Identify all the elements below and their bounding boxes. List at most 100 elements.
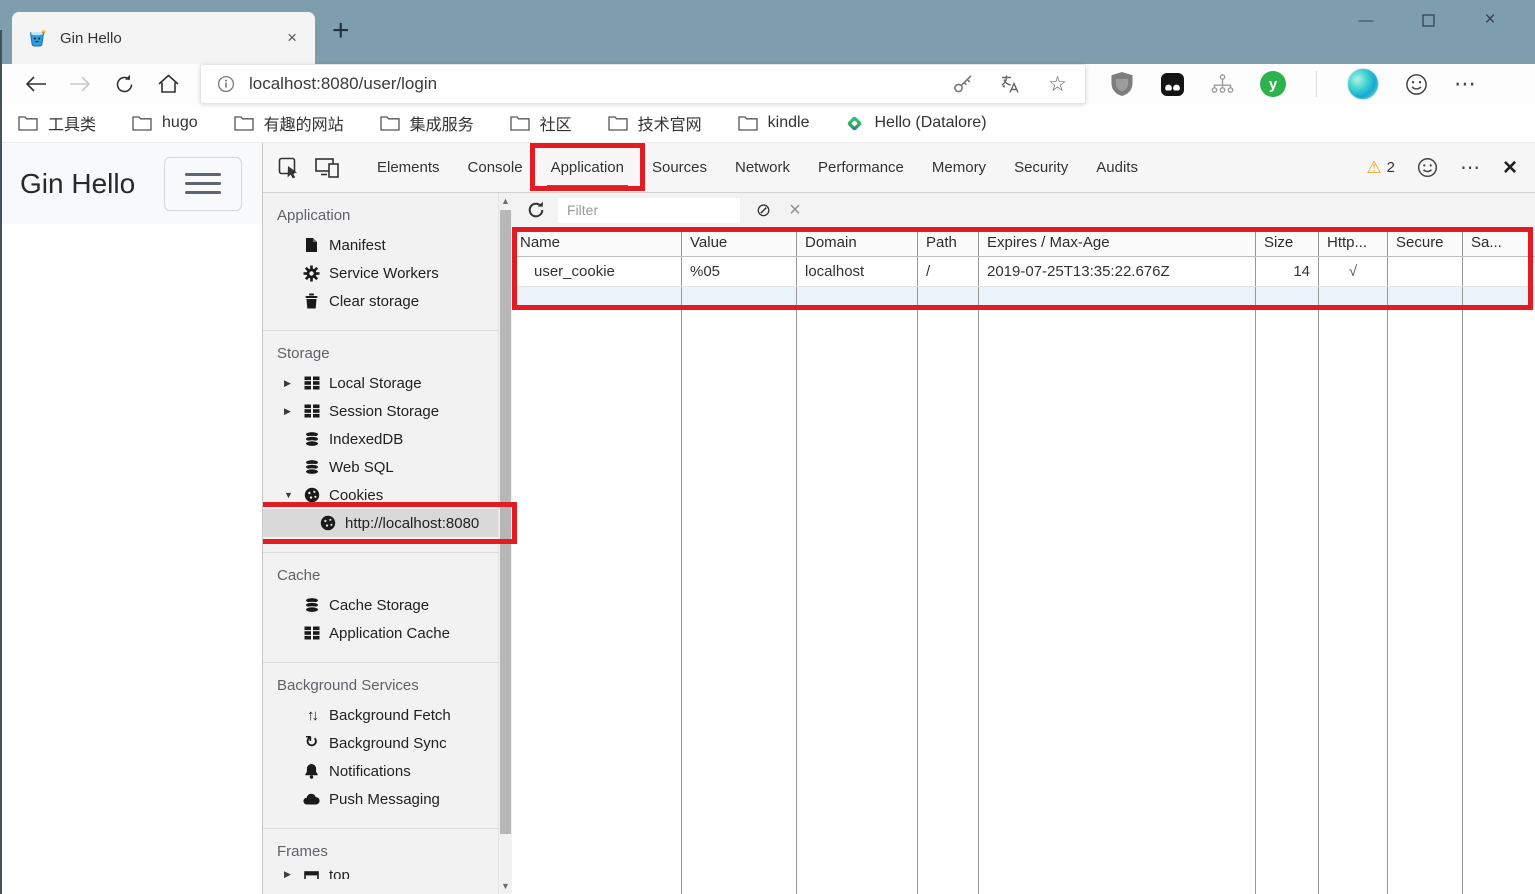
section-title-frames: Frames <box>263 838 498 867</box>
column-header-value[interactable]: Value <box>682 228 797 256</box>
window-close-icon[interactable]: × <box>1459 4 1521 36</box>
devtools-close-icon[interactable]: × <box>1503 156 1517 180</box>
bookmarks-bar: 工具类 hugo 有趣的网站 集成服务 社区 技术官网 kindle Hello… <box>0 104 1535 143</box>
y-extension-icon[interactable]: y <box>1260 71 1286 97</box>
browser-tab[interactable]: Gin Hello × <box>12 12 315 64</box>
devtools-tab-network[interactable]: Network <box>721 143 804 192</box>
column-header-samesite[interactable]: Sa... <box>1463 228 1535 256</box>
sidebar-item-cache-storage[interactable]: Cache Storage <box>263 591 498 619</box>
sidebar-item-push-messaging[interactable]: Push Messaging <box>263 785 498 813</box>
column-header-size[interactable]: Size <box>1256 228 1319 256</box>
devtools-tab-sources[interactable]: Sources <box>638 143 721 192</box>
bookmark-folder[interactable]: hugo <box>132 114 198 132</box>
devtools-tab-memory[interactable]: Memory <box>918 143 1000 192</box>
saved-password-key-icon[interactable] <box>952 73 974 95</box>
bookmark-folder[interactable]: 集成服务 <box>380 111 474 135</box>
devtools-tab-console[interactable]: Console <box>454 143 537 192</box>
sidebar-item-application-cache[interactable]: Application Cache <box>263 619 498 647</box>
browser-menu-icon[interactable]: ⋯ <box>1454 71 1477 97</box>
scrollbar-thumb[interactable] <box>500 210 511 834</box>
navbar-toggler-button[interactable] <box>164 157 242 211</box>
chevron-collapsed-icon[interactable]: ▶ <box>284 378 291 389</box>
refresh-cookies-icon[interactable] <box>526 200 546 220</box>
web-page: Gin Hello <box>0 143 262 894</box>
sidebar-item-clear-storage[interactable]: Clear storage <box>263 287 498 315</box>
feedback-smiley-icon[interactable] <box>1405 73 1428 96</box>
sidebar-item-background-sync[interactable]: ↻ Background Sync <box>263 729 498 757</box>
darkreader-extension-icon[interactable] <box>1160 72 1185 97</box>
forward-icon[interactable] <box>58 74 102 94</box>
profile-avatar[interactable] <box>1347 68 1379 100</box>
folder-icon <box>608 115 628 131</box>
bookmark-folder[interactable]: 有趣的网站 <box>234 111 344 135</box>
sidebar-item-local-storage[interactable]: ▶ Local Storage <box>263 369 498 397</box>
scroll-up-icon[interactable]: ▲ <box>499 196 512 206</box>
new-tab-icon[interactable]: + <box>332 14 350 48</box>
translate-icon[interactable] <box>1000 73 1022 95</box>
scroll-down-icon[interactable]: ▼ <box>499 881 512 891</box>
cookie-row-user-cookie[interactable]: user_cookie %05 localhost / 2019-07-25T1… <box>512 257 1535 287</box>
home-icon[interactable] <box>146 73 190 95</box>
bookmark-folder[interactable]: 社区 <box>510 111 572 135</box>
ublock-extension-icon[interactable] <box>1110 71 1134 97</box>
folder-icon <box>132 115 152 131</box>
bookmark-folder[interactable]: 工具类 <box>18 111 96 135</box>
sidebar-item-web-sql[interactable]: Web SQL <box>263 453 498 481</box>
column-header-httponly[interactable]: Http... <box>1319 228 1388 256</box>
sidebar-scrollbar[interactable]: ▲ ▼ <box>498 193 512 894</box>
column-header-name[interactable]: Name <box>512 228 682 256</box>
sidebar-item-cookies-localhost-8080[interactable]: http://localhost:8080 <box>263 509 498 537</box>
cookie-httponly-check: √ <box>1319 257 1388 286</box>
devtools-menu-icon[interactable]: ⋯ <box>1460 155 1481 180</box>
column-header-domain[interactable]: Domain <box>797 228 918 256</box>
inspect-element-icon[interactable] <box>278 157 300 179</box>
cookie-icon <box>319 515 336 532</box>
tab-close-icon[interactable]: × <box>283 28 301 48</box>
folder-icon <box>738 115 758 131</box>
delete-selected-icon[interactable]: × <box>789 199 801 222</box>
address-bar[interactable]: localhost:8080/user/login ☆ <box>200 64 1086 104</box>
chevron-collapsed-icon[interactable]: ▶ <box>284 406 291 417</box>
device-toolbar-icon[interactable] <box>315 157 341 179</box>
chevron-expanded-icon[interactable]: ▼ <box>284 490 293 500</box>
window-maximize-icon[interactable] <box>1397 4 1459 36</box>
sidebar-item-manifest[interactable]: Manifest <box>263 231 498 259</box>
cookie-size: 14 <box>1256 257 1319 286</box>
devtools-feedback-icon[interactable] <box>1417 157 1438 178</box>
devtools-tab-application[interactable]: Application <box>537 143 638 192</box>
sidebar-item-session-storage[interactable]: ▶ Session Storage <box>263 397 498 425</box>
clear-all-cookies-icon[interactable]: ⊘ <box>756 200 771 221</box>
sitemap-extension-icon[interactable] <box>1211 73 1234 95</box>
bookmark-folder[interactable]: 技术官网 <box>608 111 702 135</box>
cookie-path: / <box>918 257 979 286</box>
sidebar-item-background-fetch[interactable]: ↑↓ Background Fetch <box>263 701 498 729</box>
window-titlebar: Gin Hello × + — × <box>0 0 1535 64</box>
sidebar-item-indexeddb[interactable]: IndexedDB <box>263 425 498 453</box>
url-text[interactable]: localhost:8080/user/login <box>249 74 952 94</box>
warnings-badge[interactable]: ⚠ 2 <box>1366 159 1395 176</box>
devtools-tab-security[interactable]: Security <box>1000 143 1082 192</box>
sidebar-item-frame-top[interactable]: ▶ top <box>263 867 498 879</box>
column-header-secure[interactable]: Secure <box>1388 228 1463 256</box>
sync-icon: ↻ <box>303 735 320 752</box>
window-minimize-icon[interactable]: — <box>1335 4 1397 36</box>
favorite-star-icon[interactable]: ☆ <box>1048 74 1067 95</box>
folder-icon <box>380 115 400 131</box>
page-brand[interactable]: Gin Hello <box>20 168 135 200</box>
bookmark-datalore[interactable]: Hello (Datalore) <box>845 114 986 133</box>
bookmark-folder[interactable]: kindle <box>738 114 810 132</box>
devtools-tabbar: Elements Console Application Sources Net… <box>263 143 1535 193</box>
devtools-tab-performance[interactable]: Performance <box>804 143 918 192</box>
devtools-tab-elements[interactable]: Elements <box>363 143 454 192</box>
sidebar-item-service-workers[interactable]: Service Workers <box>263 259 498 287</box>
sidebar-item-cookies[interactable]: ▼ Cookies <box>263 481 498 509</box>
column-header-path[interactable]: Path <box>918 228 979 256</box>
devtools-tab-audits[interactable]: Audits <box>1082 143 1152 192</box>
sidebar-item-notifications[interactable]: Notifications <box>263 757 498 785</box>
chevron-collapsed-icon[interactable]: ▶ <box>284 869 291 879</box>
cookie-filter-input[interactable] <box>558 198 740 223</box>
back-icon[interactable] <box>14 74 58 94</box>
site-info-icon[interactable] <box>217 75 235 93</box>
column-header-expires[interactable]: Expires / Max-Age <box>979 228 1256 256</box>
refresh-icon[interactable] <box>102 73 146 96</box>
